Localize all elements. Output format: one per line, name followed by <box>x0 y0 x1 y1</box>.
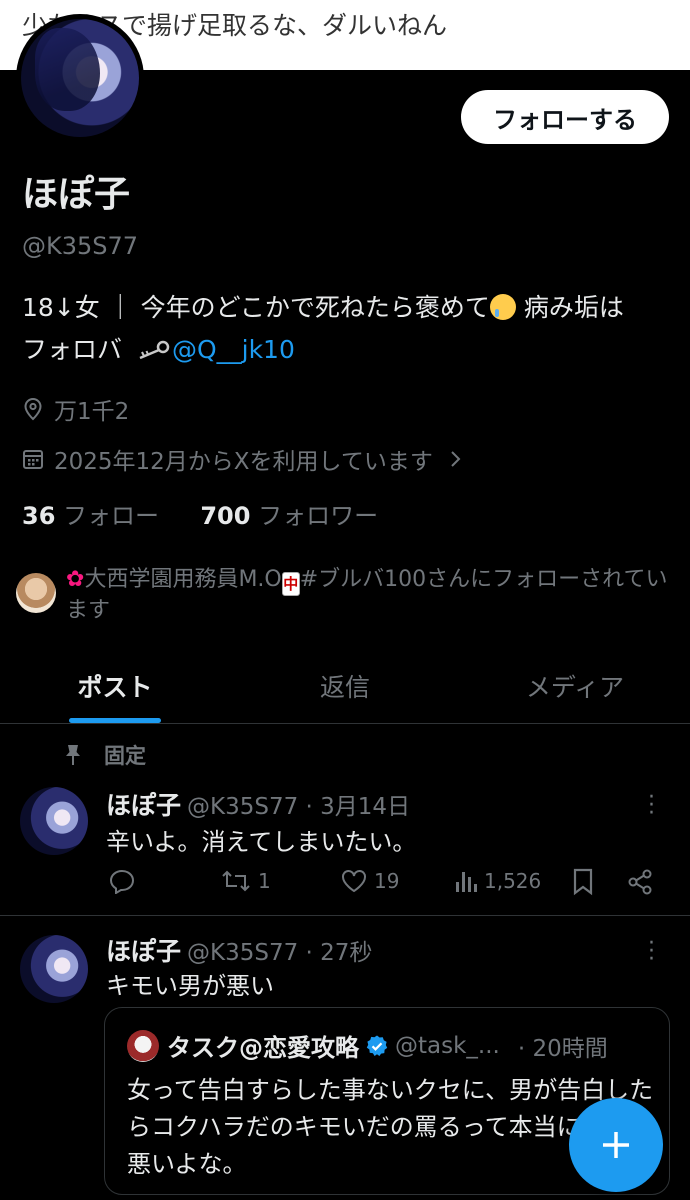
repost-count: 1 <box>258 869 271 893</box>
mahjong-tile-icon: 中 <box>281 572 300 596</box>
tab-posts[interactable]: ポスト <box>0 648 230 723</box>
follow-counts: 36 フォロー 700 フォロワー <box>22 496 378 531</box>
bookmark-button[interactable] <box>572 868 594 896</box>
key-icon <box>139 340 170 360</box>
post-header: ほぽ子 @K35S77 · 3月14日 <box>106 786 410 822</box>
post-author-name: ほぽ子 <box>106 937 182 966</box>
profile-tabs: ポスト 返信 メディア <box>0 648 690 724</box>
followed-by-name1: 大西学園用務員M.O <box>84 567 282 592</box>
bio-line1-tail: 病み垢は <box>515 293 624 322</box>
joined-row[interactable]: 2025年12月からXを利用しています <box>22 442 463 476</box>
location-row: 万1千2 <box>22 392 129 426</box>
calendar-icon <box>23 450 43 469</box>
compose-button[interactable] <box>569 1098 663 1192</box>
hibiscus-emoji-icon: ✿ <box>66 567 85 592</box>
following-count: 36 <box>22 502 56 530</box>
quoted-post-time: · 20時間 <box>517 1035 608 1062</box>
views-icon <box>456 872 477 892</box>
views-count: 1,526 <box>484 869 542 893</box>
location-text: 万1千2 <box>54 399 130 425</box>
quoted-author-name: タスク@恋愛攻略 <box>167 1034 359 1062</box>
quoted-post-header: タスク@恋愛攻略 @task_... · 20時間 <box>167 1028 608 1063</box>
followed-by-avatar <box>16 573 56 613</box>
followed-by-text: ✿大西学園用務員M.O中#ブルバ100さんにフォローされています <box>66 565 676 626</box>
followers-label: フォロワー <box>258 502 379 530</box>
like-count: 19 <box>374 869 400 893</box>
profile-name: ほぽ子 <box>22 174 131 215</box>
profile-bio: 18↓女 ｜ 今年のどこかで死ねたら褒めて 病み垢は フォロバ @Q__jk10 <box>22 287 672 371</box>
profile-avatar[interactable] <box>16 14 144 142</box>
location-icon <box>24 397 42 421</box>
quoted-author-handle: @task_... <box>395 1032 500 1059</box>
repost-button[interactable]: 1 <box>220 868 271 894</box>
more-icon[interactable]: · · · <box>648 787 655 825</box>
crying-face-emoji-icon <box>489 294 516 320</box>
tab-media[interactable]: メディア <box>460 648 690 723</box>
compose-plus-icon <box>603 1132 629 1158</box>
post-actions: 1 19 1,526 <box>106 868 666 900</box>
pinned-indicator: 固定 <box>64 740 146 770</box>
post-text: 辛いよ。消えてしまいたい。 <box>106 828 417 856</box>
post-author-name: ほぽ子 <box>106 791 182 820</box>
followers-count: 700 <box>200 502 251 530</box>
bio-line1: 18↓女 ｜ 今年のどこかで死ねたら褒めて <box>22 293 490 322</box>
bio-mention-link[interactable]: @Q__jk10 <box>172 335 295 364</box>
like-button[interactable]: 19 <box>340 868 399 894</box>
joined-text: 2025年12月からXを利用しています <box>54 449 433 475</box>
pin-icon <box>66 745 80 765</box>
post-header: ほぽ子 @K35S77 · 27秒 <box>106 932 372 968</box>
tab-replies[interactable]: 返信 <box>230 648 460 723</box>
repost-icon <box>222 870 250 892</box>
share-button[interactable] <box>626 868 654 896</box>
bio-line2: フォロバ <box>22 335 130 364</box>
following-label: フォロー <box>63 502 160 530</box>
post-meta: @K35S77 · 27秒 <box>187 940 373 966</box>
post-divider <box>0 915 690 916</box>
post-avatar[interactable] <box>20 935 88 1003</box>
chevron-right-icon <box>451 451 461 467</box>
follow-button[interactable]: フォローする <box>461 90 669 144</box>
reply-icon <box>109 869 135 894</box>
post-meta: @K35S77 · 3月14日 <box>187 794 411 820</box>
views-button[interactable]: 1,526 <box>454 868 541 894</box>
more-icon[interactable]: · · · <box>648 933 655 971</box>
post-text: キモい男が悪い <box>106 972 274 1000</box>
reply-button[interactable] <box>108 868 136 894</box>
like-icon <box>342 870 366 893</box>
bookmark-icon <box>573 868 593 896</box>
quoted-post-avatar <box>127 1030 159 1062</box>
verified-icon <box>366 1035 388 1056</box>
share-icon <box>628 869 652 895</box>
post-avatar[interactable] <box>20 787 88 855</box>
profile-handle: @K35S77 <box>22 232 139 260</box>
pinned-label: 固定 <box>104 744 146 768</box>
following-link[interactable]: 36 フォロー <box>22 502 159 530</box>
followers-link[interactable]: 700 フォロワー <box>200 502 378 530</box>
